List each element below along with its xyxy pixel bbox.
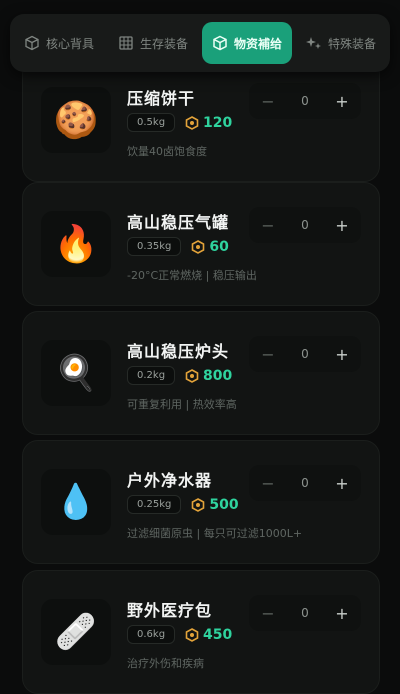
- quantity-stepper: − 0 +: [249, 595, 361, 631]
- decrease-button[interactable]: −: [259, 92, 277, 111]
- tab-label: 核心背具: [46, 36, 95, 51]
- price-value: 450: [203, 626, 233, 643]
- sparkle-icon: [306, 37, 322, 49]
- coin-icon: [192, 497, 205, 512]
- item-card[interactable]: 🔥 高山稳压气罐 0.35kg 60 -20°C正常燃烧 | 稳压输出 − 0 …: [22, 182, 380, 306]
- increase-button[interactable]: +: [333, 92, 351, 111]
- tab-special-gear[interactable]: 特殊装备: [296, 22, 386, 64]
- item-thumbnail: 🍪: [41, 87, 111, 153]
- quantity-stepper: − 0 +: [249, 207, 361, 243]
- item-price: 120: [185, 115, 232, 131]
- item-description: -20°C正常燃烧 | 稳压输出: [127, 269, 257, 282]
- item-description: 过滤细菌原虫 | 每只可过滤1000L+: [127, 527, 303, 540]
- quantity-value: 0: [301, 606, 309, 620]
- item-card[interactable]: 💧 户外净水器 0.25kg 500 过滤细菌原虫 | 每只可过滤1000L+ …: [22, 440, 380, 564]
- water-drop-icon: 💧: [54, 482, 98, 522]
- item-meta: 0.25kg 500: [127, 495, 239, 514]
- quantity-value: 0: [301, 218, 309, 232]
- price-value: 60: [209, 238, 229, 255]
- tab-label: 特殊装备: [328, 36, 377, 51]
- tab-survival-gear[interactable]: 生存装备: [108, 22, 198, 64]
- coin-icon: [185, 627, 199, 642]
- frying-pan-icon: 🍳: [54, 353, 98, 393]
- item-price: 60: [191, 238, 229, 255]
- increase-button[interactable]: +: [333, 345, 351, 364]
- decrease-button[interactable]: −: [259, 604, 277, 623]
- grid-icon: [119, 36, 133, 50]
- item-thumbnail: 🩹: [41, 599, 111, 665]
- item-name: 压缩饼干: [127, 89, 196, 108]
- quantity-stepper: − 0 +: [249, 336, 361, 372]
- item-description: 饮量40卤饱食度: [127, 145, 207, 158]
- item-weight: 0.5kg: [127, 113, 176, 132]
- item-weight: 0.25kg: [127, 495, 182, 514]
- price-value: 800: [203, 367, 233, 384]
- item-description: 治疗外伤和疾病: [127, 657, 204, 670]
- price-value: 120: [203, 114, 233, 131]
- coin-icon: [185, 115, 199, 130]
- quantity-value: 0: [301, 347, 309, 361]
- quantity-stepper: − 0 +: [249, 83, 361, 119]
- increase-button[interactable]: +: [333, 216, 351, 235]
- decrease-button[interactable]: −: [259, 345, 277, 364]
- cookie-icon: 🍪: [53, 100, 99, 141]
- decrease-button[interactable]: −: [259, 216, 277, 235]
- item-thumbnail: 🔥: [41, 211, 111, 277]
- item-thumbnail: 🍳: [41, 340, 111, 406]
- item-price: 450: [185, 627, 232, 643]
- item-card[interactable]: 🍳 高山稳压炉头 0.2kg 800 可重复利用 | 热效率高 − 0 +: [22, 311, 380, 435]
- item-weight: 0.2kg: [127, 366, 176, 385]
- item-meta: 0.6kg 450: [127, 625, 232, 644]
- tab-supplies[interactable]: 物资補给: [202, 22, 293, 64]
- item-name: 野外医疗包: [127, 601, 213, 620]
- flame-icon: 🔥: [53, 224, 99, 265]
- quantity-stepper: − 0 +: [249, 465, 361, 501]
- item-price: 800: [185, 368, 232, 384]
- coin-icon: [192, 239, 205, 254]
- item-name: 户外净水器: [127, 471, 213, 490]
- item-weight: 0.35kg: [127, 237, 182, 256]
- item-meta: 0.35kg 60: [127, 237, 229, 256]
- price-value: 500: [209, 496, 239, 513]
- increase-button[interactable]: +: [333, 474, 351, 493]
- decrease-button[interactable]: −: [259, 474, 277, 493]
- item-meta: 0.5kg 120: [127, 113, 232, 132]
- tab-core-gear[interactable]: 核心背具: [14, 22, 104, 64]
- cube-icon: [25, 35, 39, 51]
- tab-label: 物资補给: [234, 36, 283, 51]
- item-thumbnail: 💧: [41, 469, 111, 535]
- category-tabbar: 核心背具 生存装备 物资補给 特殊装备: [10, 14, 390, 72]
- item-description: 可重复利用 | 热效率高: [127, 398, 237, 411]
- item-meta: 0.2kg 800: [127, 366, 232, 385]
- item-price: 500: [191, 496, 239, 513]
- item-card[interactable]: 🩹 野外医疗包 0.6kg 450 治疗外伤和疾病 − 0 +: [22, 570, 380, 694]
- item-name: 高山稳压气罐: [127, 213, 230, 232]
- increase-button[interactable]: +: [333, 604, 351, 623]
- item-weight: 0.6kg: [127, 625, 176, 644]
- box-icon: [213, 35, 227, 51]
- quantity-value: 0: [301, 94, 309, 108]
- quantity-value: 0: [301, 476, 309, 490]
- tab-label: 生存装备: [140, 36, 189, 51]
- coin-icon: [185, 368, 199, 383]
- item-name: 高山稳压炉头: [127, 342, 230, 361]
- bandage-icon: 🩹: [54, 612, 98, 652]
